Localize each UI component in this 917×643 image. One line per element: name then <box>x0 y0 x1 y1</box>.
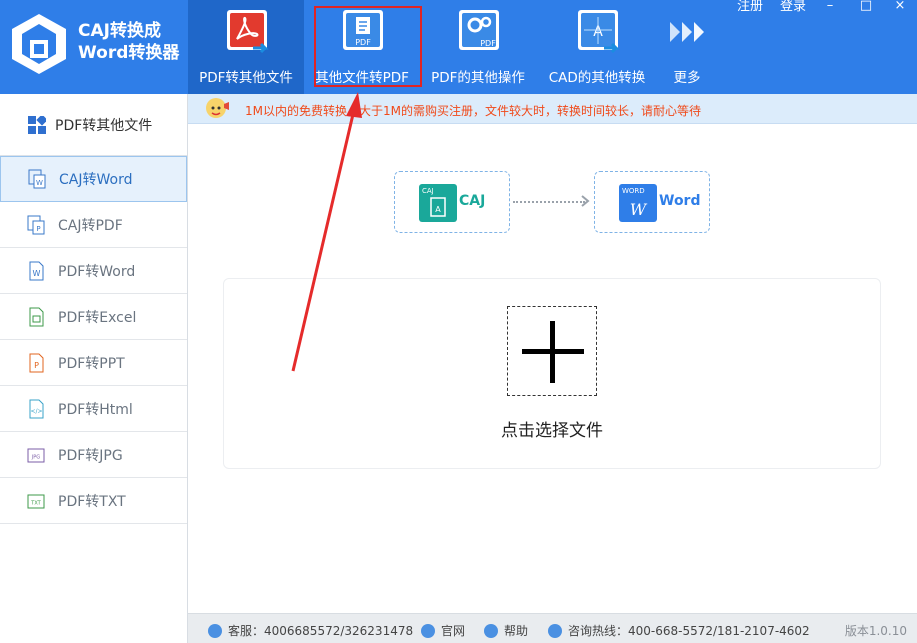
svg-text:W: W <box>630 200 648 219</box>
word-tag: WORD <box>622 187 645 195</box>
nav-pdf-other-ops[interactable]: PDF PDF的其他操作 <box>420 0 536 94</box>
notice-text: 1M以内的免费转换，大于1M的需购买注册，文件较大时，转换时间较长，请耐心等待 <box>245 104 701 118</box>
close-button[interactable]: × <box>889 0 911 13</box>
footer-help-link[interactable]: 帮助 <box>484 622 528 639</box>
caj-pdf-file-icon: P <box>27 215 45 234</box>
help-icon <box>484 623 498 638</box>
nav-label: 更多 <box>673 70 701 86</box>
footer-service-text: 客服：4006685572/326231478 <box>228 624 414 638</box>
top-header: CAJ转换成 Word转换器 PDF转其他文件 PDF 其他文件转PDF PDF <box>0 0 917 94</box>
nav-more[interactable]: 更多 <box>629 0 745 94</box>
nav-label: PDF的其他操作 <box>431 70 525 86</box>
more-arrows-icon <box>670 22 704 42</box>
phone-icon <box>548 623 562 638</box>
restore-button[interactable]: □ <box>855 0 877 13</box>
footer-bar: 客服：4006685572/326231478 官网 帮助 咨询热线：400-6… <box>188 613 917 643</box>
highlight-box <box>314 6 422 87</box>
add-file-button[interactable] <box>507 306 597 396</box>
select-file-label[interactable]: 点击选择文件 <box>440 416 664 441</box>
sidebar-item-label: PDF转Excel <box>58 309 137 326</box>
word-doc-icon: WORD W <box>619 184 657 222</box>
pdf-acrobat-icon <box>227 10 269 54</box>
sidebar-item-pdf-to-excel[interactable]: PDF转Excel <box>0 294 187 340</box>
sidebar-item-label: PDF转TXT <box>58 493 126 510</box>
sidebar: PDF转其他文件 W CAJ转Word P CAJ转PDF W PDF转Word… <box>0 94 188 643</box>
svg-text:P: P <box>36 225 40 233</box>
footer-hotline: 咨询热线：400-668-5572/181-2107-4602 <box>548 622 810 639</box>
conversion-dotted-line <box>513 201 585 203</box>
sidebar-item-pdf-to-word[interactable]: W PDF转Word <box>0 248 187 294</box>
app-brand: CAJ转换成 Word转换器 <box>78 20 179 64</box>
html-file-icon: </> <box>29 399 44 418</box>
pdf-gear-icon: PDF <box>459 10 499 50</box>
target-format-box: WORD W Word <box>594 171 710 233</box>
cad-icon: A <box>578 10 620 54</box>
footer-help-text: 帮助 <box>504 624 529 638</box>
qq-icon <box>208 623 222 638</box>
notice-bar: 1M以内的免费转换，大于1M的需购买注册，文件较大时，转换时间较长，请耐心等待 <box>188 94 917 124</box>
sidebar-header: PDF转其他文件 <box>0 94 187 156</box>
footer-service: 客服：4006685572/326231478 <box>208 622 413 639</box>
footer-hotline-text: 咨询热线：400-668-5572/181-2107-4602 <box>568 624 810 638</box>
ppt-file-icon: P <box>29 353 44 372</box>
version-label: 版本1.0.10 <box>844 624 907 638</box>
mascot-icon <box>206 98 229 118</box>
word-file-icon: W <box>29 261 44 280</box>
source-format-label: CAJ <box>459 193 486 209</box>
footer-website-text: 官网 <box>441 624 466 638</box>
sidebar-item-pdf-to-ppt[interactable]: P PDF转PPT <box>0 340 187 386</box>
svg-text:W: W <box>36 179 43 187</box>
sidebar-item-label: PDF转Html <box>58 401 133 418</box>
sidebar-item-label: CAJ转PDF <box>58 217 123 234</box>
sidebar-item-pdf-to-html[interactable]: </> PDF转Html <box>0 386 187 432</box>
sidebar-item-label: CAJ转Word <box>59 172 133 188</box>
caj-file-icon: CAJ A <box>419 184 457 222</box>
nav-label: PDF转其他文件 <box>199 70 293 86</box>
sidebar-item-label: PDF转PPT <box>58 355 125 372</box>
sidebar-item-label: PDF转JPG <box>58 447 123 464</box>
jpg-file-icon: JPG <box>27 448 45 462</box>
register-link[interactable]: 注册 <box>737 0 763 14</box>
svg-text:A: A <box>435 205 441 214</box>
brand-line-2: Word转换器 <box>78 43 180 63</box>
chevron-right-icon <box>581 195 590 207</box>
caj-word-file-icon: W <box>28 169 46 189</box>
caj-tag: CAJ <box>422 187 434 195</box>
sidebar-item-label: PDF转Word <box>58 263 136 280</box>
app-logo-icon <box>12 14 66 74</box>
svg-text:P: P <box>34 361 39 370</box>
sidebar-item-caj-to-pdf[interactable]: P CAJ转PDF <box>0 202 187 248</box>
minimize-button[interactable]: – <box>819 0 841 13</box>
login-link[interactable]: 登录 <box>780 0 806 14</box>
sidebar-item-caj-to-word[interactable]: W CAJ转Word <box>0 156 187 202</box>
sidebar-item-pdf-to-jpg[interactable]: JPG PDF转JPG <box>0 432 187 478</box>
svg-text:TXT: TXT <box>30 500 41 506</box>
grid-icon <box>28 115 46 134</box>
svg-text:PDF: PDF <box>480 39 496 48</box>
txt-file-icon: TXT <box>27 494 45 508</box>
footer-website-link[interactable]: 官网 <box>421 622 465 639</box>
svg-text:JPG: JPG <box>31 454 40 460</box>
nav-pdf-to-other[interactable]: PDF转其他文件 <box>188 0 304 94</box>
sidebar-item-pdf-to-txt[interactable]: TXT PDF转TXT <box>0 478 187 524</box>
home-icon <box>421 623 435 638</box>
source-format-box: CAJ A CAJ <box>394 171 510 233</box>
excel-file-icon <box>29 307 44 326</box>
sidebar-header-label: PDF转其他文件 <box>55 117 153 134</box>
brand-line-1: CAJ转换成 <box>78 21 161 41</box>
plus-icon-vertical <box>550 321 555 383</box>
svg-text:</>: </> <box>30 408 42 415</box>
target-format-label: Word <box>659 193 701 209</box>
svg-text:W: W <box>33 269 41 278</box>
